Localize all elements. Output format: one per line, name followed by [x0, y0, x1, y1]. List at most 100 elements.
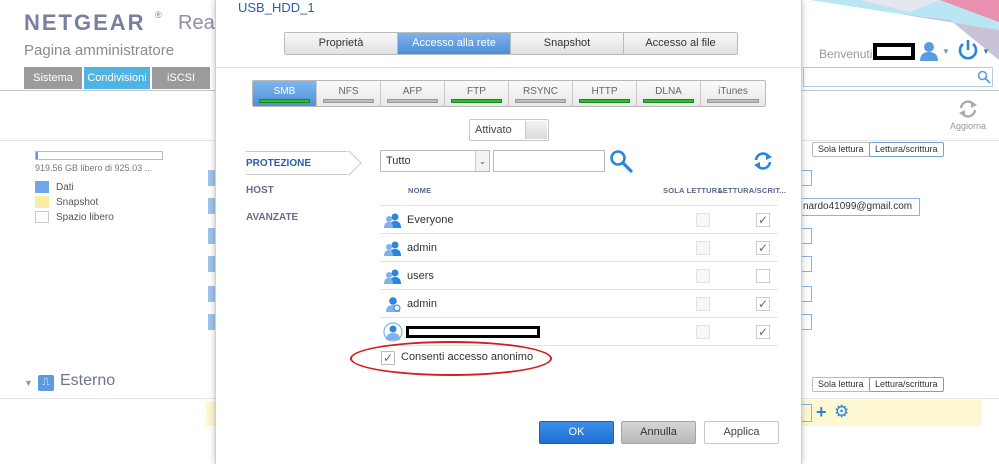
apply-button[interactable]: Applica	[704, 421, 779, 444]
status-indicator	[387, 99, 438, 103]
read-only-checkbox[interactable]	[696, 325, 710, 339]
read-write-button[interactable]: Lettura/scrittura	[869, 142, 944, 157]
admin-title: Pagina amministratore	[24, 42, 175, 59]
toggle-label: Attivato	[475, 124, 512, 136]
protocol-tab-smb[interactable]: SMB	[253, 81, 317, 106]
protocol-tab-nfs[interactable]: NFS	[317, 81, 381, 106]
group-icon	[384, 269, 401, 284]
highlight-annotation	[350, 341, 552, 376]
user-name: users	[407, 270, 434, 282]
chevron-down-icon[interactable]: ⌄	[475, 151, 489, 171]
read-write-checkbox[interactable]: ✓	[756, 241, 770, 255]
protocol-label: HTTP	[591, 86, 618, 97]
add-icon[interactable]: +	[816, 402, 827, 423]
read-write-checkbox[interactable]: ✓	[756, 297, 770, 311]
side-nav-host[interactable]: HOST	[246, 185, 274, 196]
nav-tab-iscsi[interactable]: iSCSI	[152, 67, 210, 89]
nav-tab-system[interactable]: Sistema	[24, 67, 82, 89]
protocol-label: iTunes	[718, 86, 748, 97]
protocol-tab-afp[interactable]: AFP	[381, 81, 445, 106]
side-nav-advanced[interactable]: AVANZATE	[246, 212, 298, 223]
protocol-label: SMB	[273, 86, 296, 97]
user-filter-select[interactable]: Tutto ⌄	[380, 150, 490, 172]
tab-file-access[interactable]: Accesso al file	[624, 33, 737, 54]
read-write-checkbox[interactable]	[756, 269, 770, 283]
brand-logo: NETGEAR	[24, 10, 146, 35]
refresh-label[interactable]: Aggiorna	[950, 121, 986, 131]
table-row: admin ✓	[380, 290, 778, 318]
share-settings-dialog: USB_HDD_1 Proprietà Accesso alla rete Sn…	[215, 0, 802, 464]
side-nav-protection[interactable]: PROTEZIONE	[246, 158, 311, 169]
registered-mark: ®	[155, 10, 162, 20]
protocol-tab-dlna[interactable]: DLNA	[637, 81, 701, 106]
table-row: users	[380, 262, 778, 290]
collapse-arrow-icon[interactable]: ▼	[24, 378, 33, 388]
user-account-icon[interactable]	[920, 40, 942, 62]
group-icon	[384, 241, 401, 256]
email-field[interactable]: nardo41099@gmail.com	[802, 198, 920, 216]
status-indicator	[323, 99, 374, 103]
storage-usage-bar	[35, 151, 163, 160]
status-indicator	[451, 99, 502, 103]
gear-icon[interactable]: ⚙	[834, 402, 849, 422]
service-enabled-toggle[interactable]: Attivato	[469, 119, 549, 141]
dialog-tabs: Proprietà Accesso alla rete Snapshot Acc…	[284, 32, 738, 55]
read-only-checkbox[interactable]	[696, 297, 710, 311]
read-only-checkbox[interactable]	[696, 269, 710, 283]
group-icon	[384, 213, 401, 228]
cancel-button[interactable]: Annulla	[621, 421, 696, 444]
row-stub	[802, 314, 812, 330]
table-row: admin ✓	[380, 234, 778, 262]
ok-button[interactable]: OK	[539, 421, 614, 444]
power-icon[interactable]	[957, 39, 979, 61]
read-only-button[interactable]: Sola lettura	[812, 377, 870, 392]
status-indicator	[643, 99, 694, 103]
search-icon[interactable]	[977, 70, 991, 84]
read-only-checkbox[interactable]	[696, 241, 710, 255]
row-stub	[802, 256, 812, 272]
tab-properties[interactable]: Proprietà	[285, 33, 398, 54]
protocol-label: NFS	[338, 86, 359, 97]
dialog-title: USB_HDD_1	[238, 0, 315, 15]
legend-swatch-data	[35, 181, 49, 193]
column-header-name: NOME	[408, 186, 432, 195]
refresh-icon[interactable]	[957, 98, 979, 120]
power-menu-caret-icon[interactable]: ▼	[982, 47, 990, 56]
read-only-button[interactable]: Sola lettura	[812, 142, 870, 157]
search-icon[interactable]	[609, 149, 633, 173]
protocol-label: FTP	[467, 86, 486, 97]
read-write-button[interactable]: Lettura/scrittura	[869, 377, 944, 392]
row-stub	[802, 228, 812, 244]
refresh-icon[interactable]	[752, 150, 774, 172]
column-header-read-write: LETTURA/SCRIT...	[718, 186, 787, 195]
toggle-knob[interactable]	[525, 121, 547, 139]
row-stub	[802, 286, 812, 302]
nav-tab-shares[interactable]: Condivisioni	[84, 67, 150, 89]
brand-suffix: Rea	[178, 12, 215, 34]
section-external: Esterno	[60, 372, 116, 389]
legend-snapshot: Snapshot	[56, 197, 99, 208]
protocol-tab-rsync[interactable]: RSYNC	[509, 81, 573, 106]
read-write-checkbox[interactable]: ✓	[756, 325, 770, 339]
protocol-tab-itunes[interactable]: iTunes	[701, 81, 765, 106]
global-search-input[interactable]	[803, 67, 993, 87]
status-indicator	[259, 99, 310, 103]
storage-free-text: 919.56 GB libero di 925.03 ...	[35, 163, 153, 173]
welcome-text: Benvenuti	[819, 47, 873, 61]
protocol-tab-ftp[interactable]: FTP	[445, 81, 509, 106]
tab-network-access[interactable]: Accesso alla rete	[398, 33, 511, 54]
user-name: admin	[407, 298, 437, 310]
protocol-tabs: SMB NFS AFP FTP RSYNC HTTP DLNA iTunes	[252, 80, 766, 107]
read-write-checkbox[interactable]: ✓	[756, 213, 770, 227]
user-icon	[386, 297, 401, 312]
protocol-tab-http[interactable]: HTTP	[573, 81, 637, 106]
user-name: Everyone	[407, 214, 454, 226]
status-indicator	[707, 99, 759, 103]
external-row	[802, 400, 982, 426]
protocol-label: RSYNC	[522, 86, 558, 97]
user-search-input[interactable]	[493, 150, 605, 172]
row-stub	[802, 404, 812, 422]
read-only-checkbox[interactable]	[696, 213, 710, 227]
user-menu-caret-icon[interactable]: ▼	[942, 47, 950, 56]
tab-snapshot[interactable]: Snapshot	[511, 33, 624, 54]
